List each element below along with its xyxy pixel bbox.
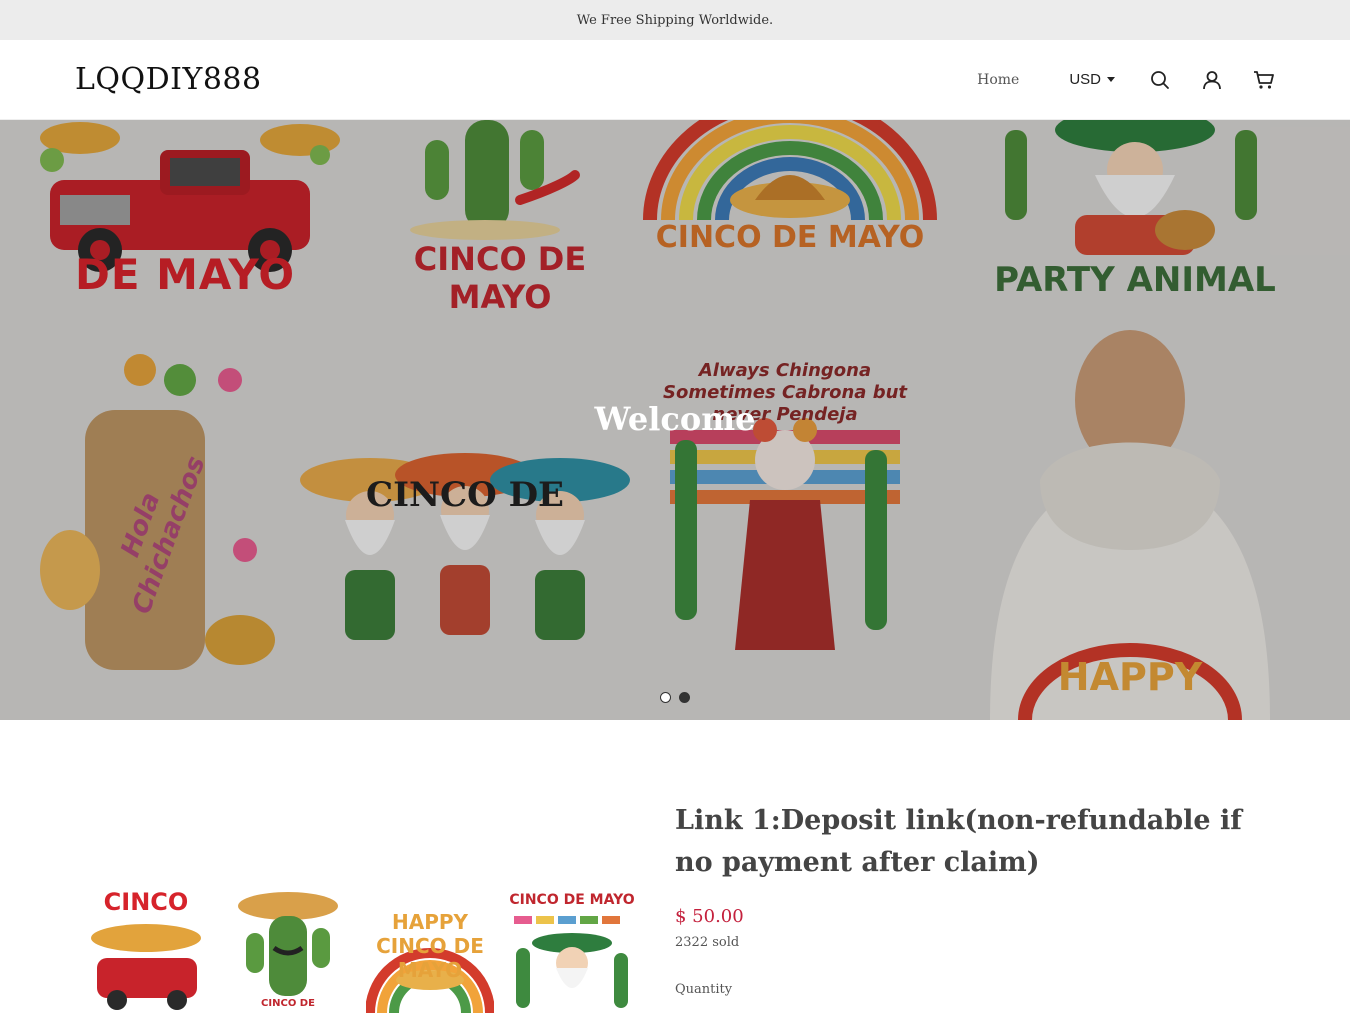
thumbnail-text: CINCO DE MAYO (509, 892, 635, 908)
quantity-label: Quantity (675, 982, 733, 997)
product-thumbnail[interactable]: CINCO DE MAYO (508, 888, 636, 1013)
cart-icon[interactable] (1253, 69, 1275, 91)
account-icon[interactable] (1201, 69, 1223, 91)
nav-home-link[interactable]: Home (977, 72, 1019, 88)
announcement-bar: We Free Shipping Worldwide. (0, 0, 1350, 40)
featured-product: CINCO CINCO DE HAPPY CINCO DE MAYO CINCO… (0, 760, 1350, 1013)
hero-slideshow[interactable]: DE MAYO CINCO DE MAYO CINCO DE MAYO PART… (0, 120, 1350, 720)
product-thumbnail[interactable]: CINCO DE (224, 888, 352, 1013)
product-title: Link 1:Deposit link(non-refundable if no… (675, 805, 1242, 878)
thumbnail-text: CINCO DE (261, 998, 315, 1009)
currency-label: USD (1069, 71, 1101, 88)
hero-title: Welcome (594, 400, 756, 438)
product-price: $ 50.00 (675, 906, 744, 927)
slide-dot-1[interactable] (660, 692, 671, 703)
sold-count: 2322 sold (675, 935, 740, 950)
site-header: LQQDIY888 Home USD (0, 40, 1350, 120)
thumbnail-text: CINCO (103, 888, 189, 916)
thumbnail-text: HAPPY CINCO DE MAYO (376, 910, 484, 982)
search-icon[interactable] (1149, 69, 1171, 91)
header-nav: Home USD (977, 69, 1275, 91)
slideshow-dots (660, 692, 690, 703)
slide-dot-2[interactable] (679, 692, 690, 703)
product-thumbnail[interactable]: HAPPY CINCO DE MAYO (366, 888, 494, 1013)
product-info: Link 1:Deposit link(non-refundable if no… (675, 800, 1285, 997)
product-thumbnail[interactable]: CINCO (82, 888, 210, 1013)
store-logo[interactable]: LQQDIY888 (75, 62, 262, 97)
announcement-text: We Free Shipping Worldwide. (576, 12, 774, 28)
product-gallery: CINCO CINCO DE HAPPY CINCO DE MAYO CINCO… (82, 888, 636, 1013)
currency-selector[interactable]: USD (1069, 71, 1115, 88)
chevron-down-icon (1107, 77, 1115, 82)
